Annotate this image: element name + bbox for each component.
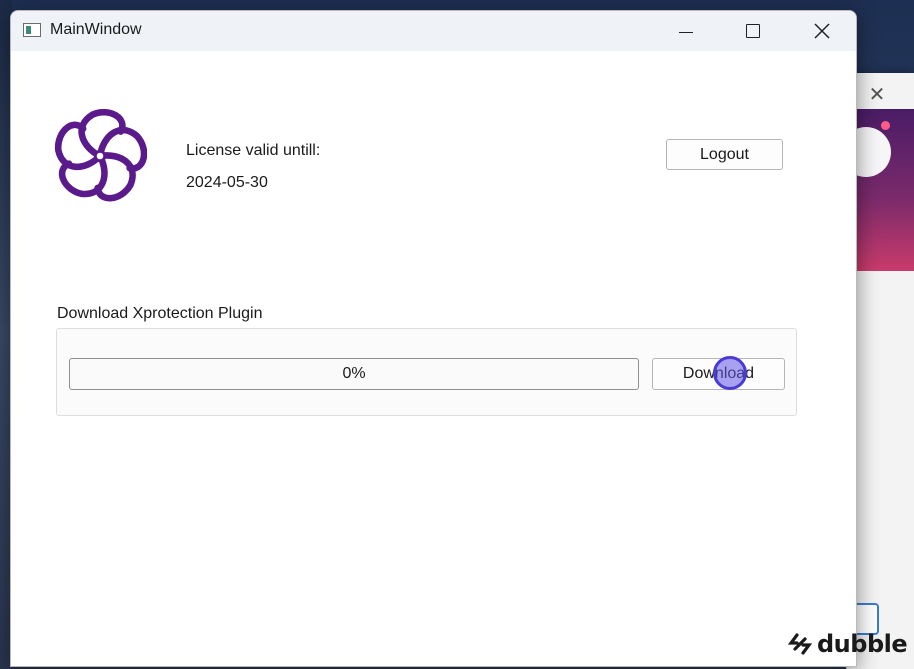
dubble-logo-icon <box>788 633 812 655</box>
dubble-watermark: dubble <box>788 630 908 658</box>
close-icon <box>814 23 830 39</box>
progress-percentage: 0% <box>342 365 366 382</box>
minimize-button[interactable] <box>663 11 709 51</box>
background-window-banner <box>855 109 914 271</box>
logout-button[interactable]: Logout <box>666 139 783 170</box>
download-progress-bar: 0% <box>69 358 639 390</box>
title-bar[interactable]: MainWindow <box>11 11 856 51</box>
main-window: MainWindow License valid untill: 2024-05… <box>10 10 857 667</box>
minimize-icon <box>679 31 693 33</box>
download-button[interactable]: Download <box>652 358 785 390</box>
license-valid-label: License valid untill: <box>186 142 321 159</box>
license-expiry-date: 2024-05-30 <box>186 174 268 191</box>
close-button[interactable] <box>799 11 845 51</box>
purple-swirl-logo <box>55 109 147 202</box>
window-app-icon <box>23 23 41 37</box>
background-banner-dot <box>881 121 890 130</box>
background-window-close-icon[interactable]: ✕ <box>865 83 889 107</box>
maximize-icon <box>746 24 760 38</box>
maximize-button[interactable] <box>730 11 776 51</box>
background-banner-circle <box>855 127 891 177</box>
download-section-title: Download Xprotection Plugin <box>57 305 263 322</box>
window-title: MainWindow <box>50 21 142 38</box>
watermark-text: dubble <box>817 630 908 658</box>
